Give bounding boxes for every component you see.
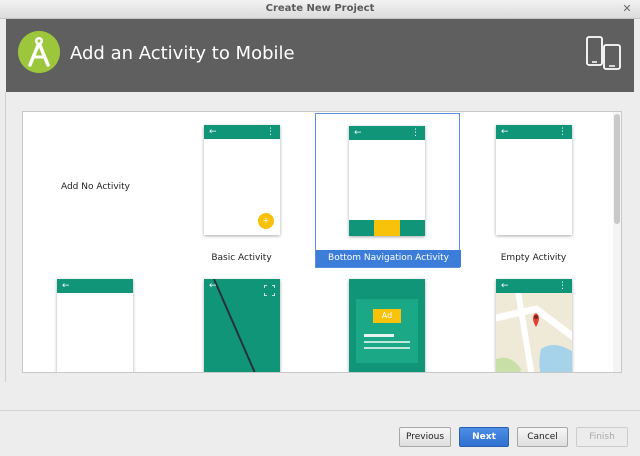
create-project-window: Create New Project ✕ Add an Activity to …	[0, 0, 640, 456]
arrow-left-icon: ←	[354, 128, 362, 138]
arrow-left-icon: ←	[209, 281, 217, 291]
template-fullscreen[interactable]: ←	[169, 267, 314, 372]
page-title: Add an Activity to Mobile	[70, 43, 295, 64]
ad-text-line	[364, 334, 394, 337]
phone-preview: ←	[204, 279, 280, 372]
arrow-left-icon: ←	[501, 281, 509, 291]
phone-preview: ←	[57, 279, 133, 372]
arrow-left-icon: ←	[209, 127, 217, 137]
template-maps[interactable]: ← ⋮	[461, 267, 606, 372]
fullscreen-icon	[263, 281, 276, 297]
bottom-nav-selected-item	[374, 220, 400, 236]
phone-preview: Ad	[349, 279, 425, 372]
ad-badge: Ad	[373, 309, 401, 323]
template-label: Basic Activity	[211, 253, 272, 263]
phone-preview: ← ⋮ +	[204, 125, 280, 235]
map-graphic	[496, 279, 572, 372]
more-vert-icon: ⋮	[266, 127, 275, 137]
template-bottom-navigation-activity[interactable]: ← ⋮ Bottom Navigation Activity	[315, 113, 461, 268]
wizard-footer: Previous Next Cancel Finish	[0, 410, 640, 456]
phone-preview: ← ⋮	[496, 279, 572, 372]
wizard-header: Add an Activity to Mobile	[6, 19, 634, 92]
ad-text-line	[364, 347, 410, 349]
ad-card: Ad	[356, 299, 418, 363]
close-icon[interactable]: ✕	[620, 2, 634, 16]
phone-preview: ← ⋮	[496, 125, 572, 235]
template-label: Bottom Navigation Activity	[316, 250, 461, 267]
phone-tablet-icon	[584, 33, 624, 73]
vertical-scrollbar[interactable]	[613, 112, 621, 372]
template-admob[interactable]: Ad	[315, 267, 460, 372]
template-basic-activity[interactable]: ← ⋮ + Basic Activity	[169, 112, 314, 267]
ad-text-line	[364, 341, 410, 343]
window-title: Create New Project	[265, 3, 375, 14]
previous-button[interactable]: Previous	[399, 427, 451, 447]
bottom-navigation-bar	[349, 220, 425, 236]
scrollbar-thumb[interactable]	[614, 114, 620, 224]
android-studio-logo-icon	[18, 31, 60, 73]
activity-gallery[interactable]: Add No Activity ← ⋮ + Basic Activity ← ⋮	[22, 111, 622, 373]
more-vert-icon: ⋮	[558, 127, 567, 137]
template-label: Add No Activity	[60, 182, 131, 192]
title-bar[interactable]: Create New Project ✕	[0, 0, 640, 19]
left-edge-panel	[0, 92, 6, 382]
more-vert-icon: ⋮	[558, 281, 567, 291]
template-empty-activity[interactable]: ← ⋮ Empty Activity	[461, 112, 606, 267]
template-label: Empty Activity	[500, 253, 567, 263]
template-row2-blank[interactable]: ←	[23, 267, 168, 372]
more-vert-icon: ⋮	[411, 128, 420, 138]
cancel-button[interactable]: Cancel	[517, 427, 568, 447]
finish-button[interactable]: Finish	[576, 427, 628, 447]
phone-preview: ← ⋮	[349, 126, 425, 236]
template-add-no-activity[interactable]: Add No Activity	[23, 112, 168, 267]
arrow-left-icon: ←	[501, 127, 509, 137]
next-button[interactable]: Next	[459, 427, 509, 447]
fab-icon: +	[258, 213, 274, 229]
arrow-left-icon: ←	[62, 281, 70, 291]
